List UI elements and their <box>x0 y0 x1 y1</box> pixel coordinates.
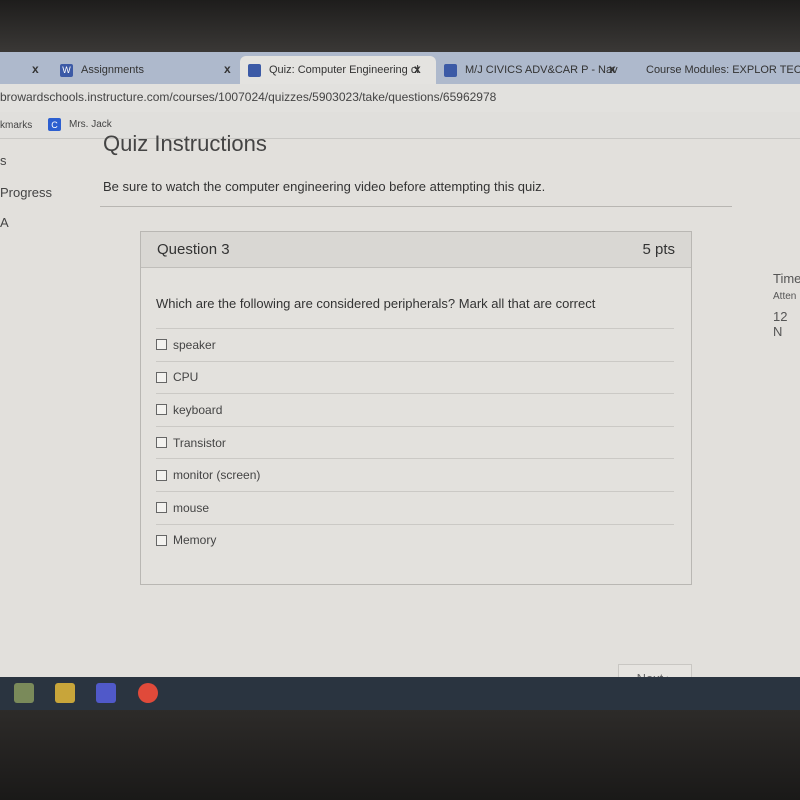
side-nav-item[interactable]: A <box>0 215 9 230</box>
browser-window: x W Assignments x Quiz: Computer Engineer… <box>0 52 800 694</box>
tab-label: Quiz: Computer Engineering cl <box>269 64 419 76</box>
tab-course-modules[interactable]: Course Modules: EXPLOR TECH <box>630 56 800 84</box>
answer-option[interactable]: keyboard <box>156 393 674 426</box>
answer-options: speaker CPU keyboard Transistor monitor … <box>156 328 674 556</box>
tab-assignments[interactable]: W Assignments <box>52 56 242 84</box>
side-nav-progress[interactable]: Progress <box>0 185 52 200</box>
checkbox[interactable] <box>156 371 167 383</box>
address-bar[interactable]: browardschools.instructure.com/courses/1… <box>0 84 800 112</box>
tab-label: M/J CIVICS ADV&CAR P - Nav <box>465 64 618 76</box>
side-nav-item[interactable]: s <box>0 153 7 168</box>
tab-label: Course Modules: EXPLOR TECH <box>646 64 800 76</box>
chrome-icon[interactable] <box>138 683 158 703</box>
bookmarks-label: kmarks <box>0 120 33 131</box>
bookmark-icon: C <box>48 118 61 131</box>
w-icon: W <box>60 63 73 77</box>
question-header: Question 3 5 pts <box>141 232 691 268</box>
checkbox[interactable] <box>156 534 167 546</box>
monitor-bezel <box>0 0 800 52</box>
answer-option[interactable]: mouse <box>156 490 674 524</box>
taskbar <box>0 677 800 710</box>
answer-option[interactable]: Transistor <box>156 425 674 459</box>
bookmark-mrs-jack[interactable]: C Mrs. Jack <box>48 118 112 131</box>
option-label: Transistor <box>173 435 226 450</box>
checkbox[interactable] <box>156 339 167 351</box>
checkbox[interactable] <box>156 404 167 416</box>
attempt-label: Atten <box>773 291 797 302</box>
canvas-icon <box>444 63 457 77</box>
answer-option[interactable]: CPU <box>156 360 674 394</box>
monitor-bezel <box>0 710 800 800</box>
tab-civics[interactable]: M/J CIVICS ADV&CAR P - Nav <box>436 56 626 84</box>
answer-option[interactable]: speaker <box>156 328 674 361</box>
close-tab-icon[interactable]: x <box>609 62 616 76</box>
page-title: Quiz Instructions <box>103 131 267 156</box>
checkbox[interactable] <box>156 469 167 481</box>
tab-quiz[interactable]: Quiz: Computer Engineering cl <box>240 56 436 84</box>
option-label: keyboard <box>173 402 223 417</box>
option-label: Memory <box>173 533 217 548</box>
question-card: Question 3 5 pts Which are the following … <box>140 231 692 585</box>
close-tab-icon[interactable]: x <box>32 62 39 76</box>
teams-icon[interactable] <box>96 683 116 703</box>
bookmark-label: Mrs. Jack <box>69 119 112 130</box>
tab-label: Assignments <box>81 64 144 76</box>
option-label: speaker <box>173 337 216 352</box>
quiz-page: Quiz Instructions s Progress A Be sure t… <box>0 131 800 694</box>
option-label: mouse <box>173 500 210 515</box>
attempt-date: 12 N <box>773 309 788 339</box>
answer-option[interactable]: monitor (screen) <box>156 458 674 491</box>
question-text: Which are the following are considered p… <box>156 296 596 311</box>
question-points: 5 pts <box>642 241 675 258</box>
quiz-instructions: Be sure to watch the computer engineerin… <box>103 179 546 194</box>
answer-option[interactable]: Memory <box>156 523 674 557</box>
option-label: CPU <box>173 370 199 385</box>
checkbox[interactable] <box>156 437 167 449</box>
time-label: Time <box>773 271 800 286</box>
tab-bar: x W Assignments x Quiz: Computer Engineer… <box>0 52 800 84</box>
option-label: monitor (screen) <box>173 468 261 483</box>
close-tab-icon[interactable]: x <box>224 62 231 76</box>
question-title: Question 3 <box>157 241 230 258</box>
divider <box>100 206 732 207</box>
file-explorer-icon[interactable] <box>14 683 34 703</box>
checkbox[interactable] <box>156 502 167 514</box>
close-tab-icon[interactable]: x <box>414 62 421 76</box>
url-text: browardschools.instructure.com/courses/1… <box>0 90 497 104</box>
store-icon[interactable] <box>55 683 75 703</box>
canvas-icon <box>248 63 261 77</box>
